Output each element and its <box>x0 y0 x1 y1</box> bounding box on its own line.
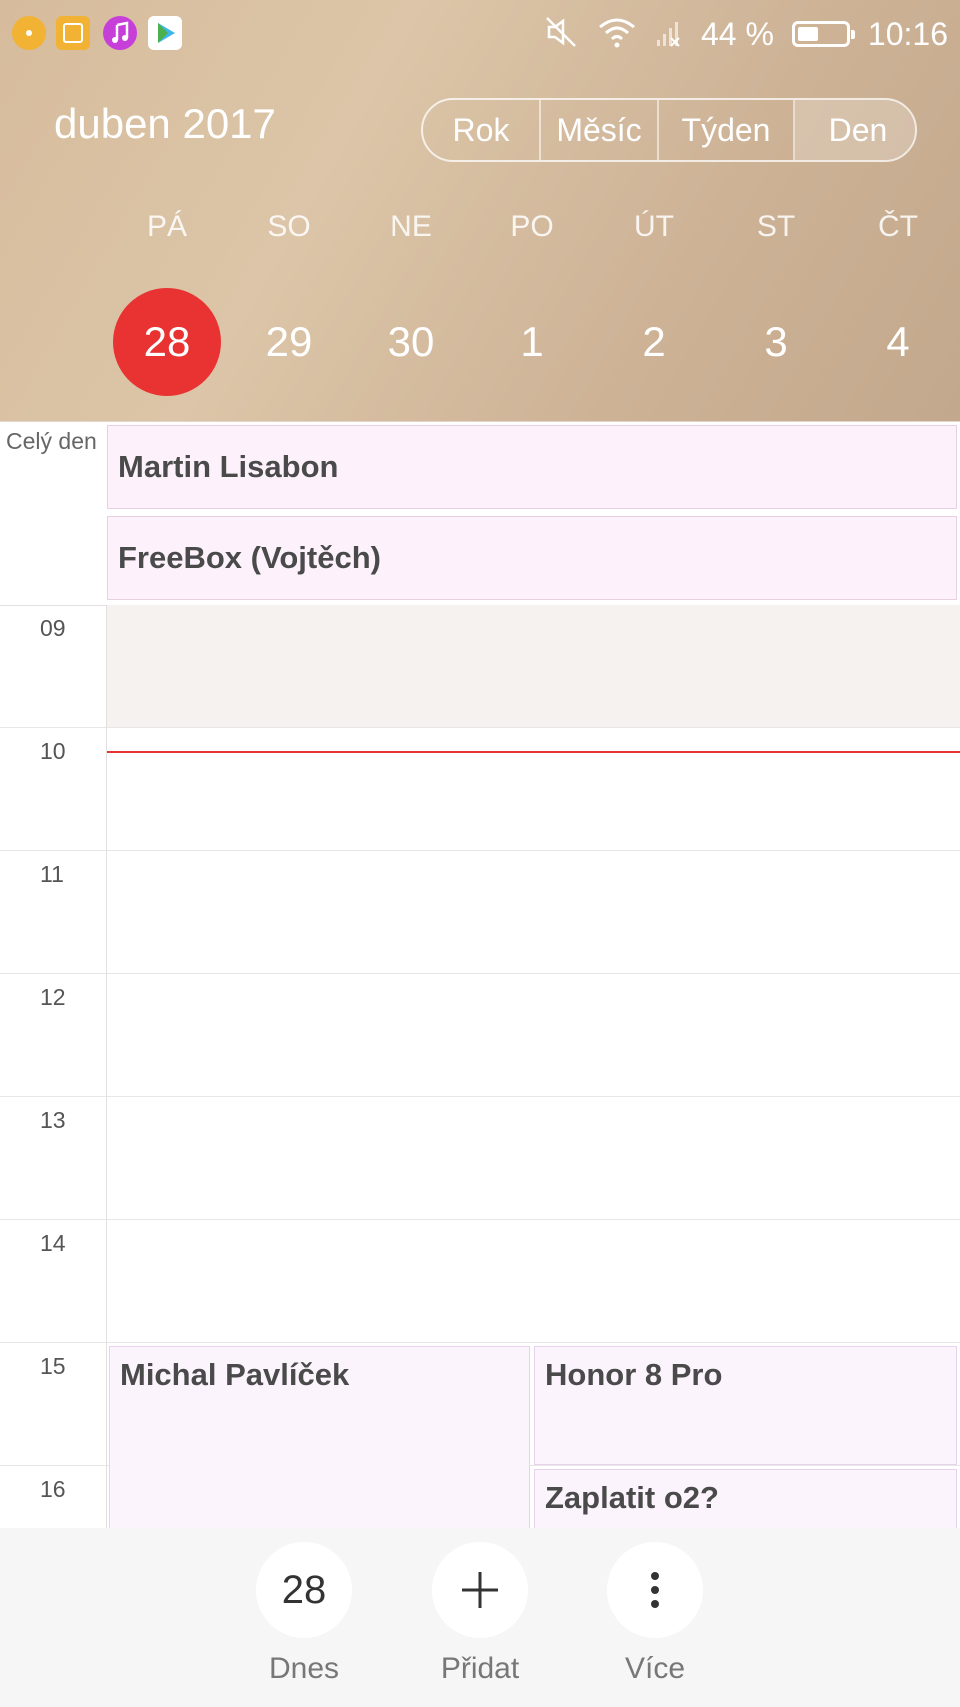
hour-label: 13 <box>40 1107 66 1133</box>
more-label: Více <box>624 1652 686 1685</box>
weekday-name: PÁ <box>146 210 188 243</box>
tab-month[interactable]: Měsíc <box>541 100 659 160</box>
hour-label: 10 <box>40 738 66 764</box>
music-app-icon <box>103 16 137 50</box>
today-label: Dnes <box>268 1652 340 1685</box>
week-dates: 28 29 30 1 2 3 4 <box>0 288 960 396</box>
more-vert-icon[interactable] <box>607 1542 703 1638</box>
month-title[interactable]: duben 2017 <box>54 100 276 148</box>
tab-year[interactable]: Rok <box>423 100 541 160</box>
timeline-divider <box>106 605 107 1528</box>
tab-week[interactable]: Týden <box>659 100 795 160</box>
date-cell[interactable]: 1 <box>478 288 586 396</box>
weekday-name: ST <box>756 210 796 243</box>
weekday-name: PO <box>510 210 554 243</box>
hour-row: 14 <box>0 1220 960 1343</box>
date-cell[interactable]: 3 <box>722 288 830 396</box>
wifi-icon <box>597 15 637 54</box>
plus-icon[interactable] <box>432 1542 528 1638</box>
weekday-name: NE <box>390 210 432 243</box>
hour-row: 09 <box>0 605 960 728</box>
calendar-header: 44 % 10:16 duben 2017 Rok Měsíc Týden De… <box>0 0 960 422</box>
all-day-event[interactable]: FreeBox (Vojtěch) <box>107 516 957 600</box>
current-time-line <box>107 751 960 753</box>
status-bar: 44 % 10:16 <box>0 0 960 68</box>
add-event-button[interactable]: Přidat <box>410 1542 550 1686</box>
date-cell[interactable]: 29 <box>235 288 343 396</box>
date-cell[interactable]: 2 <box>600 288 708 396</box>
day-timeline[interactable]: 09 10 11 12 13 14 15 16 Michal Pavlíček … <box>0 605 960 1528</box>
play-store-icon <box>148 16 182 50</box>
hour-label: 15 <box>40 1353 66 1379</box>
all-day-event[interactable]: Martin Lisabon <box>107 425 957 509</box>
hour-row: 12 <box>0 974 960 1097</box>
status-icons: 44 % 10:16 <box>543 10 948 58</box>
weekday-name: SO <box>267 210 311 243</box>
hour-label: 14 <box>40 1230 66 1256</box>
tab-day[interactable]: Den <box>795 100 915 160</box>
hour-label: 11 <box>40 861 64 887</box>
hour-row: 10 <box>0 728 960 851</box>
date-cell[interactable]: 4 <box>844 288 952 396</box>
bottom-toolbar: 28 Dnes Přidat Více <box>0 1528 960 1707</box>
battery-percent: 44 % <box>700 15 774 52</box>
weekday-name: ÚT <box>634 210 674 243</box>
hour-label: 12 <box>40 984 66 1010</box>
all-day-section: Celý den Martin Lisabon FreeBox (Vojtěch… <box>0 422 960 606</box>
weekday-name: ČT <box>878 210 918 243</box>
notification-dot-icon <box>12 16 46 50</box>
slides-app-icon <box>56 16 90 50</box>
all-day-label: Celý den <box>6 428 97 454</box>
battery-icon <box>791 21 855 47</box>
signal-icon <box>655 16 683 53</box>
weekday-names: PÁ SO NE PO ÚT ST ČT <box>0 210 960 254</box>
hour-row: 13 <box>0 1097 960 1220</box>
hour-label: 16 <box>40 1476 66 1502</box>
today-button[interactable]: 28 Dnes <box>234 1542 374 1686</box>
hour-row: 11 <box>0 851 960 974</box>
event-block[interactable]: Michal Pavlíček <box>109 1346 530 1528</box>
event-block[interactable]: Zaplatit o2? <box>534 1469 957 1528</box>
mute-icon <box>543 14 579 55</box>
clock: 10:16 <box>867 15 948 52</box>
add-label: Přidat <box>440 1652 520 1685</box>
hour-label: 09 <box>40 615 66 641</box>
event-block[interactable]: Honor 8 Pro <box>534 1346 957 1465</box>
more-button[interactable]: Více <box>585 1542 725 1686</box>
today-date-badge[interactable]: 28 <box>256 1542 352 1638</box>
date-today[interactable]: 28 <box>113 288 221 396</box>
date-cell[interactable]: 30 <box>357 288 465 396</box>
view-switcher: Rok Měsíc Týden Den <box>421 98 917 162</box>
